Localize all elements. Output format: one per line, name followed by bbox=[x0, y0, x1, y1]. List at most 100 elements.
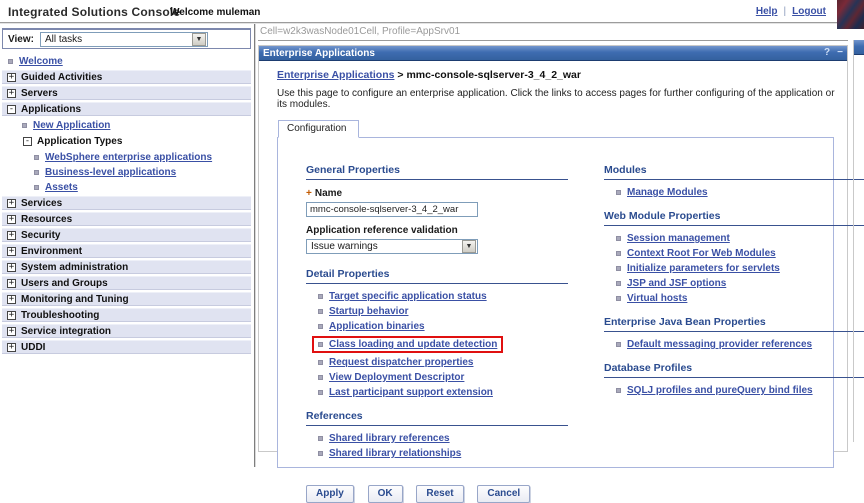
link-session-management[interactable]: Session management bbox=[627, 233, 730, 244]
sidebar-item-environment[interactable]: + Environment bbox=[2, 244, 251, 258]
sidebar-item-label[interactable]: Assets bbox=[45, 182, 78, 193]
link-context-root-for-web-modules[interactable]: Context Root For Web Modules bbox=[627, 248, 776, 259]
sidebar-item-label[interactable]: New Application bbox=[33, 120, 110, 131]
sidebar-item-application-types[interactable]: - Application Types bbox=[18, 134, 251, 148]
link-startup-behavior[interactable]: Startup behavior bbox=[329, 306, 408, 317]
bullet-icon bbox=[616, 251, 621, 256]
name-input[interactable] bbox=[306, 202, 478, 217]
sidebar-item-guided-activities[interactable]: + Guided Activities bbox=[2, 70, 251, 84]
expand-icon[interactable]: + bbox=[7, 343, 16, 352]
link-default-messaging-provider-references[interactable]: Default messaging provider references bbox=[627, 339, 812, 350]
link-initialize-parameters-for-servlets[interactable]: Initialize parameters for servlets bbox=[627, 263, 780, 274]
validation-select-value: Issue warnings bbox=[307, 241, 382, 252]
reset-button[interactable]: Reset bbox=[416, 485, 463, 503]
expand-icon[interactable]: + bbox=[7, 247, 16, 256]
right-column: Modules Manage Modules Web Module Proper… bbox=[604, 164, 864, 467]
link-manage-modules[interactable]: Manage Modules bbox=[627, 187, 708, 198]
sidebar-item-new-application[interactable]: New Application bbox=[0, 118, 253, 132]
sidebar-item-uddi[interactable]: + UDDI bbox=[2, 340, 251, 354]
sidebar-item-users-and-groups[interactable]: + Users and Groups bbox=[2, 276, 251, 290]
sidebar-item-label[interactable]: WebSphere enterprise applications bbox=[45, 152, 212, 163]
list-item: SQLJ profiles and pureQuery bind files bbox=[616, 385, 864, 396]
sidebar-item-assets[interactable]: Assets bbox=[0, 180, 253, 194]
link-request-dispatcher-properties[interactable]: Request dispatcher properties bbox=[329, 357, 473, 368]
dropdown-arrow-icon[interactable]: ▼ bbox=[192, 33, 206, 46]
cell-context-line: Cell=w2k3wasNode01Cell, Profile=AppSrv01 bbox=[258, 24, 848, 41]
sidebar-item-servers[interactable]: + Servers bbox=[2, 86, 251, 100]
list-item: View Deployment Descriptor bbox=[318, 372, 568, 383]
list-item: Request dispatcher properties bbox=[318, 357, 568, 368]
help-link[interactable]: Help bbox=[756, 6, 778, 17]
expand-icon[interactable]: + bbox=[7, 279, 16, 288]
expand-icon[interactable]: + bbox=[7, 231, 16, 240]
bullet-icon bbox=[318, 436, 323, 441]
expand-icon[interactable]: + bbox=[7, 73, 16, 82]
sidebar-item-services[interactable]: + Services bbox=[2, 196, 251, 210]
sidebar-item-label: Services bbox=[21, 198, 62, 209]
sidebar-item-business-level-applications[interactable]: Business-level applications bbox=[0, 165, 253, 179]
sidebar-item-security[interactable]: + Security bbox=[2, 228, 251, 242]
sidebar-item-welcome[interactable]: Welcome bbox=[0, 54, 253, 68]
sidebar-item-label: Applications bbox=[21, 104, 81, 115]
app-title: Integrated Solutions Console bbox=[8, 5, 180, 19]
expand-icon[interactable]: + bbox=[7, 215, 16, 224]
page-description: Use this page to configure an enterprise… bbox=[277, 88, 841, 110]
banner-graphic bbox=[837, 0, 864, 29]
logout-link[interactable]: Logout bbox=[792, 6, 826, 17]
ejb-properties-list: Default messaging provider references bbox=[604, 339, 864, 350]
sidebar-item-label[interactable]: Welcome bbox=[19, 56, 63, 67]
sidebar-item-websphere-enterprise-applications[interactable]: WebSphere enterprise applications bbox=[0, 150, 253, 164]
configuration-panel: General Properties +Name Application ref… bbox=[277, 137, 834, 468]
bullet-icon bbox=[616, 266, 621, 271]
sidebar-item-resources[interactable]: + Resources bbox=[2, 212, 251, 226]
validation-select[interactable]: Issue warnings ▼ bbox=[306, 239, 478, 254]
ok-button[interactable]: OK bbox=[368, 485, 403, 503]
expand-icon[interactable]: + bbox=[7, 311, 16, 320]
sidebar-item-system-administration[interactable]: + System administration bbox=[2, 260, 251, 274]
link-jsp-and-jsf-options[interactable]: JSP and JSF options bbox=[627, 278, 726, 289]
breadcrumb-link-enterprise-applications[interactable]: Enterprise Applications bbox=[277, 69, 394, 81]
link-shared-library-references[interactable]: Shared library references bbox=[329, 433, 450, 444]
minimize-icon[interactable]: − bbox=[837, 48, 843, 58]
collapse-icon[interactable]: - bbox=[7, 105, 16, 114]
expand-icon[interactable]: + bbox=[7, 295, 16, 304]
link-last-participant-support-extension[interactable]: Last participant support extension bbox=[329, 387, 493, 398]
link-class-loading-and-update-detection[interactable]: Class loading and update detection bbox=[329, 339, 497, 350]
list-item: Manage Modules bbox=[616, 187, 864, 198]
sidebar-item-label: Security bbox=[21, 230, 60, 241]
sidebar-item-troubleshooting[interactable]: + Troubleshooting bbox=[2, 308, 251, 322]
top-banner: Integrated Solutions Console Welcome mul… bbox=[0, 0, 864, 22]
sidebar-item-label: Application Types bbox=[37, 136, 122, 147]
collapse-icon[interactable]: - bbox=[23, 137, 32, 146]
link-application-binaries[interactable]: Application binaries bbox=[329, 321, 425, 332]
sidebar-item-applications[interactable]: - Applications bbox=[2, 102, 251, 116]
sidebar-item-monitoring-and-tuning[interactable]: + Monitoring and Tuning bbox=[2, 292, 251, 306]
detail-properties-list: Target specific application status Start… bbox=[306, 291, 568, 398]
dropdown-arrow-icon[interactable]: ▼ bbox=[462, 240, 476, 253]
apply-button[interactable]: Apply bbox=[306, 485, 354, 503]
sidebar-item-label[interactable]: Business-level applications bbox=[45, 167, 176, 178]
bullet-icon bbox=[318, 375, 323, 380]
view-select[interactable]: All tasks ▼ bbox=[40, 32, 208, 47]
bullet-icon bbox=[8, 59, 13, 64]
expand-icon[interactable]: + bbox=[7, 327, 16, 336]
cancel-button[interactable]: Cancel bbox=[477, 485, 530, 503]
link-target-specific-application-status[interactable]: Target specific application status bbox=[329, 291, 487, 302]
sidebar-item-service-integration[interactable]: + Service integration bbox=[2, 324, 251, 338]
link-view-deployment-descriptor[interactable]: View Deployment Descriptor bbox=[329, 372, 464, 383]
help-icon[interactable]: ? bbox=[824, 48, 830, 58]
sidebar-item-label: Servers bbox=[21, 88, 58, 99]
expand-icon[interactable]: + bbox=[7, 263, 16, 272]
modules-list: Manage Modules bbox=[604, 187, 864, 198]
link-shared-library-relationships[interactable]: Shared library relationships bbox=[329, 448, 461, 459]
bullet-icon bbox=[318, 342, 323, 347]
expand-icon[interactable]: + bbox=[7, 89, 16, 98]
expand-icon[interactable]: + bbox=[7, 199, 16, 208]
bullet-icon bbox=[34, 170, 39, 175]
general-properties-heading: General Properties bbox=[306, 164, 568, 180]
bullet-icon bbox=[318, 324, 323, 329]
link-sqlj-profiles-and-purequery-bind-files[interactable]: SQLJ profiles and pureQuery bind files bbox=[627, 385, 813, 396]
link-virtual-hosts[interactable]: Virtual hosts bbox=[627, 293, 687, 304]
tab-configuration[interactable]: Configuration bbox=[278, 120, 359, 138]
bullet-icon bbox=[616, 296, 621, 301]
